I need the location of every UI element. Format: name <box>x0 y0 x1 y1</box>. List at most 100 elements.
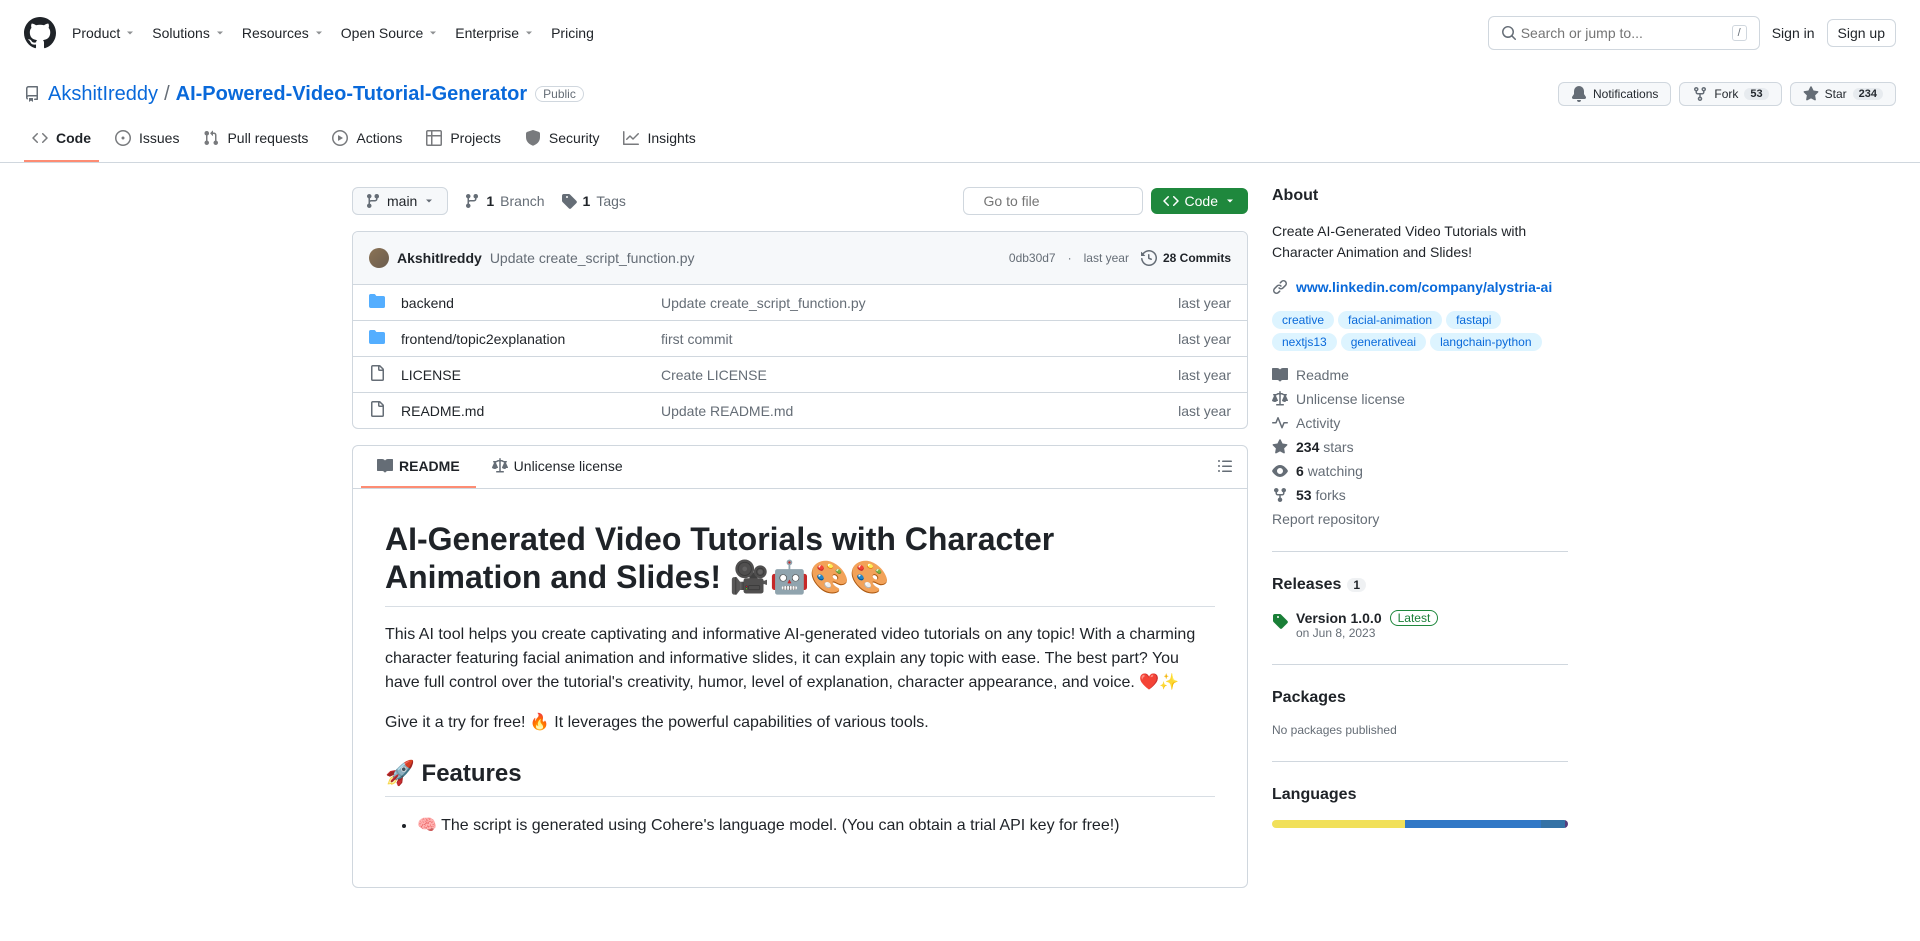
tag-icon <box>561 193 577 209</box>
language-segment[interactable] <box>1541 820 1565 828</box>
tab-insights[interactable]: Insights <box>615 122 703 162</box>
repo-owner-link[interactable]: AkshitIreddy <box>48 83 158 106</box>
license-link[interactable]: Unlicense license <box>1272 391 1568 407</box>
tags-link[interactable]: 1 Tags <box>561 193 626 209</box>
file-icon <box>369 365 385 381</box>
star-button[interactable]: Star 234 <box>1790 82 1896 106</box>
language-segment[interactable] <box>1272 820 1405 828</box>
branches-link[interactable]: 1 Branch <box>464 193 544 209</box>
readme-link[interactable]: Readme <box>1272 367 1568 383</box>
file-commit-message-link[interactable]: Create LICENSE <box>661 367 767 383</box>
topic-tag[interactable]: generativeai <box>1341 333 1426 351</box>
about-heading: About <box>1272 187 1568 205</box>
repo-actions: Notifications Fork 53 Star 234 <box>1558 82 1896 106</box>
file-tree-box: AkshitIreddy Update create_script_functi… <box>352 231 1248 429</box>
language-segment[interactable] <box>1405 820 1541 828</box>
topic-tag[interactable]: fastapi <box>1446 311 1501 329</box>
goto-file-search[interactable] <box>984 193 1165 209</box>
releases-count-badge: 1 <box>1347 578 1366 592</box>
about-meta: Readme Unlicense license Activity 234 st… <box>1272 367 1568 527</box>
repo-name-link[interactable]: AI-Powered-Video-Tutorial-Generator <box>176 83 528 106</box>
tab-projects[interactable]: Projects <box>418 122 509 162</box>
tab-code[interactable]: Code <box>24 122 99 162</box>
commit-message-link[interactable]: Update create_script_function.py <box>490 250 695 266</box>
releases-heading[interactable]: Releases 1 <box>1272 576 1568 594</box>
commit-sha-link[interactable]: 0db30d7 <box>1009 251 1056 265</box>
release-item[interactable]: Version 1.0.0 Latest on Jun 8, 2023 <box>1272 610 1568 640</box>
file-commit-message-link[interactable]: first commit <box>661 331 733 347</box>
languages-section: Languages <box>1272 786 1568 852</box>
tab-actions[interactable]: Actions <box>324 122 410 162</box>
nav-pricing[interactable]: Pricing <box>551 25 594 41</box>
topic-tag[interactable]: facial-animation <box>1338 311 1442 329</box>
file-commit-message-link[interactable]: Update README.md <box>661 403 793 419</box>
sign-up-button[interactable]: Sign up <box>1827 19 1896 47</box>
notifications-button[interactable]: Notifications <box>1558 82 1671 106</box>
book-icon <box>377 458 393 474</box>
repo-nav-tabs: Code Issues Pull requests Actions Projec… <box>24 122 1896 162</box>
fork-button[interactable]: Fork 53 <box>1679 82 1781 106</box>
star-icon <box>1272 439 1288 455</box>
packages-none-text: No packages published <box>1272 723 1568 737</box>
outline-toggle-button[interactable] <box>1211 452 1239 483</box>
repo-forked-icon <box>1692 86 1708 102</box>
global-nav: Product Solutions Resources Open Source … <box>72 25 1488 41</box>
readme-tab-license[interactable]: Unlicense license <box>476 446 639 488</box>
goto-file-input[interactable] <box>963 187 1143 215</box>
language-segment[interactable] <box>1565 820 1568 828</box>
forks-link[interactable]: 53 forks <box>1272 487 1568 503</box>
file-name-link[interactable]: README.md <box>401 403 484 419</box>
commits-history-link[interactable]: 28 Commits <box>1141 250 1231 266</box>
nav-solutions[interactable]: Solutions <box>152 25 226 41</box>
file-name-link[interactable]: frontend/topic2explanation <box>401 331 565 347</box>
nav-open-source[interactable]: Open Source <box>341 25 440 41</box>
git-branch-icon <box>365 193 381 209</box>
search-shortcut-kbd: / <box>1732 25 1747 41</box>
branch-selector-button[interactable]: main <box>352 187 448 215</box>
tab-issues[interactable]: Issues <box>107 122 187 162</box>
topic-tag[interactable]: nextjs13 <box>1272 333 1337 351</box>
search-input[interactable] <box>1517 21 1732 45</box>
avatar[interactable] <box>369 248 389 268</box>
homepage-link[interactable]: www.linkedin.com/company/alystria-ai <box>1296 279 1552 295</box>
readme-paragraph: Give it a try for free! 🔥 It leverages t… <box>385 711 1215 735</box>
file-name-link[interactable]: backend <box>401 295 454 311</box>
about-section: About Create AI-Generated Video Tutorial… <box>1272 187 1568 552</box>
file-navigation: main 1 Branch 1 Tags <box>352 187 1248 215</box>
tab-pull-requests[interactable]: Pull requests <box>195 122 316 162</box>
global-search[interactable]: / <box>1488 16 1760 50</box>
triangle-down-icon <box>423 195 435 207</box>
report-repository-link[interactable]: Report repository <box>1272 511 1568 527</box>
code-download-button[interactable]: Code <box>1151 188 1248 214</box>
topic-tag[interactable]: creative <box>1272 311 1334 329</box>
file-icon <box>369 401 385 417</box>
github-logo[interactable] <box>24 17 56 49</box>
nav-enterprise[interactable]: Enterprise <box>455 25 535 41</box>
nav-product[interactable]: Product <box>72 25 136 41</box>
mark-github-icon <box>24 17 56 49</box>
play-icon <box>332 130 348 146</box>
activity-link[interactable]: Activity <box>1272 415 1568 431</box>
readme-tab-readme[interactable]: README <box>361 446 476 488</box>
repo-breadcrumb: AkshitIreddy / AI-Powered-Video-Tutorial… <box>48 83 527 106</box>
topic-tag[interactable]: langchain-python <box>1430 333 1541 351</box>
tab-security[interactable]: Security <box>517 122 608 162</box>
nav-resources[interactable]: Resources <box>242 25 325 41</box>
commit-sep: · <box>1068 251 1072 265</box>
breadcrumb-separator: / <box>164 83 170 106</box>
list-unordered-icon <box>1217 458 1233 474</box>
file-name-link[interactable]: LICENSE <box>401 367 461 383</box>
chevron-down-icon <box>124 27 136 39</box>
languages-heading: Languages <box>1272 786 1568 804</box>
repo-forked-icon <box>1272 487 1288 503</box>
sign-in-link[interactable]: Sign in <box>1772 25 1815 41</box>
commit-author-link[interactable]: AkshitIreddy <box>397 250 482 266</box>
branch-name-label: main <box>387 193 417 209</box>
sidebar: About Create AI-Generated Video Tutorial… <box>1272 187 1568 888</box>
file-commit-message-link[interactable]: Update create_script_function.py <box>661 295 866 311</box>
main-container: main 1 Branch 1 Tags <box>320 163 1600 912</box>
graph-icon <box>623 130 639 146</box>
watchers-link[interactable]: 6 watching <box>1272 463 1568 479</box>
packages-heading[interactable]: Packages <box>1272 689 1568 707</box>
stars-link[interactable]: 234 stars <box>1272 439 1568 455</box>
